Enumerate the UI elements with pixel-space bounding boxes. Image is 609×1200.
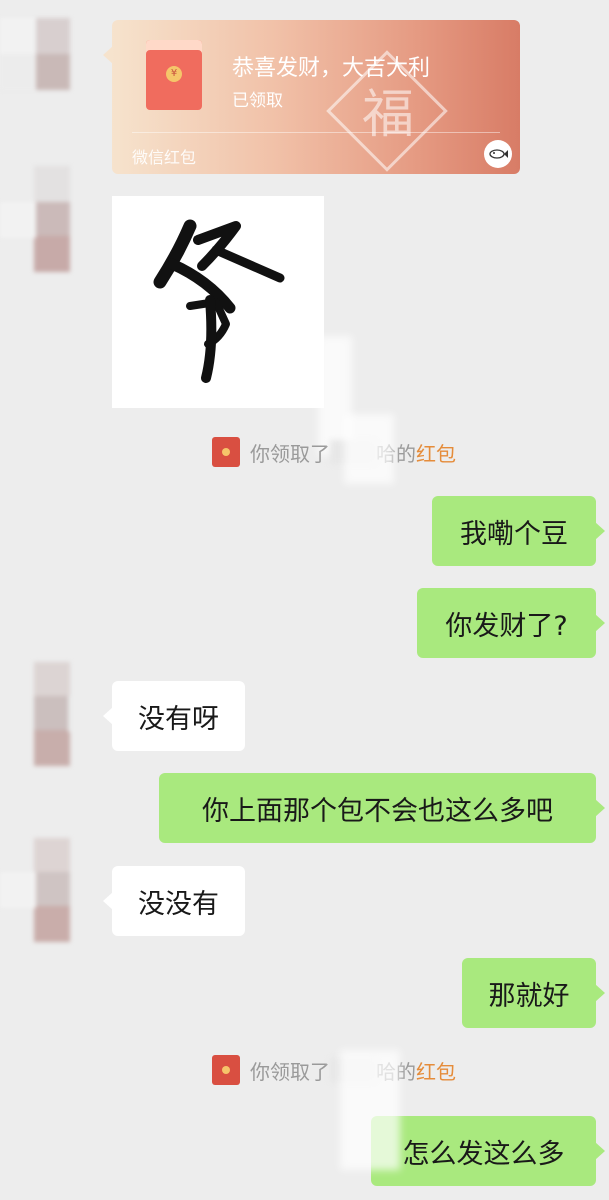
message-bubble-sent[interactable]: 怎么发这么多 [371,1116,605,1186]
notice-red-packet-link[interactable]: 红包 [416,438,456,467]
message-bubble-sent[interactable]: 那就好 [462,958,605,1028]
message-bubble-received[interactable]: 没有呀 [103,681,245,751]
red-packet-brand: 微信红包 [132,148,197,167]
notice-prefix: 你领取了 [250,1059,330,1084]
red-packet-card[interactable]: ¥ 福 恭喜发财，大吉大利 已领取 微信红包 [112,20,520,174]
red-packet-icon [212,1055,240,1085]
calligraphy-sticker-svg [153,219,285,383]
avatar[interactable] [0,836,70,951]
red-envelope-icon: ¥ [146,40,202,110]
avatar[interactable] [0,660,70,775]
fu-watermark: 福 [362,85,415,145]
notice-prefix: 你领取了 [250,441,330,466]
fish-icon [484,140,512,168]
system-notice: 你领取了 哈的 红包 [212,434,456,470]
message-bubble-received[interactable]: 没没有 [103,866,245,936]
blur-overlay [340,1050,400,1170]
notice-red-packet-link[interactable]: 红包 [416,1056,456,1085]
blur-overlay [344,414,394,484]
avatar[interactable] [0,162,70,277]
message-bubble-sent[interactable]: 你上面那个包不会也这么多吧 [159,773,605,843]
sticker-image[interactable] [112,196,324,408]
coin-icon: ¥ [166,66,182,82]
red-packet-status: 已领取 [232,91,283,111]
avatar[interactable] [0,14,70,129]
red-packet-icon [212,437,240,467]
red-packet-divider [132,132,500,133]
red-packet-title: 恭喜发财，大吉大利 [232,56,431,81]
message-bubble-sent[interactable]: 我嘞个豆 [432,496,605,566]
message-bubble-sent[interactable]: 你发财了? [417,588,605,658]
system-notice: 你领取了 哈的 红包 [212,1052,456,1088]
